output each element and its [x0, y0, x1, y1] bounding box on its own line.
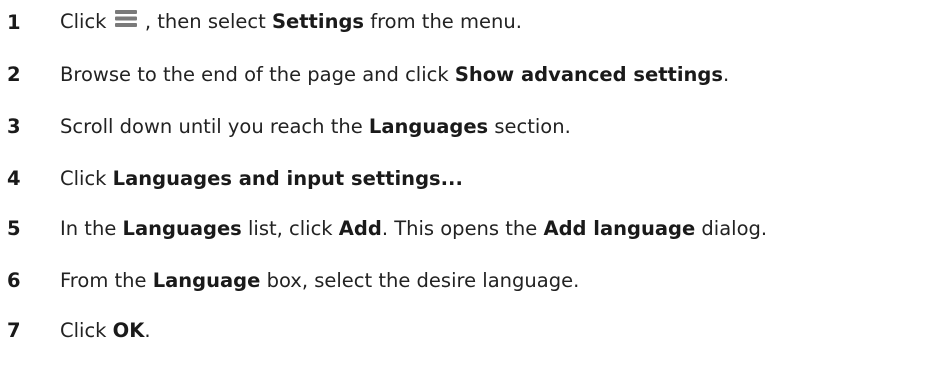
menu-icon [114, 9, 137, 32]
step-text-segment: Click [60, 10, 113, 33]
step-text-segment: . [144, 318, 151, 342]
step-text-segment: Scroll down until you reach the [60, 114, 369, 138]
step-number: 7 [7, 318, 21, 342]
step-text-segment: Click [60, 318, 113, 342]
step-number: 2 [7, 62, 21, 86]
step-text-segment: from the menu. [364, 10, 522, 33]
step-text-segment: From the [60, 268, 153, 292]
step-text-segment: Browse to the end of the page and click [60, 62, 455, 86]
step-number: 1 [7, 10, 21, 34]
step-emphasis: Language [152, 268, 261, 292]
step-text-segment: list, click [241, 216, 339, 240]
step-text: Click OK. [60, 319, 151, 342]
step-number: 3 [7, 114, 21, 138]
step-text-segment: dialog. [695, 216, 768, 240]
step-number: 4 [7, 166, 21, 190]
step-emphasis: Show advanced settings [454, 62, 723, 86]
step-emphasis: Languages [122, 216, 242, 240]
step-text-segment: , then select [138, 10, 272, 33]
step-number: 5 [7, 216, 21, 240]
step-emphasis: Languages [368, 114, 489, 138]
step-text: Click , then select Settings from the me… [60, 10, 522, 34]
step-text: Click Languages and input settings... [60, 167, 463, 190]
step-text-segment: . [723, 62, 730, 86]
step-text: From the Language box, select the desire… [60, 269, 579, 292]
step-text: Scroll down until you reach the Language… [60, 115, 571, 138]
step-text-segment: box, select the desire language. [260, 268, 580, 292]
step-number: 6 [7, 268, 21, 292]
step-text: In the Languages list, click Add. This o… [60, 217, 767, 240]
step-text-segment: Click [60, 166, 113, 190]
step-text-segment: section. [488, 114, 571, 138]
step-emphasis: Languages and input settings... [112, 166, 463, 190]
step-text-segment: In the [60, 216, 123, 240]
step-emphasis: Add [338, 216, 382, 240]
step-emphasis: Add language [543, 216, 696, 240]
step-emphasis: Settings [271, 10, 365, 33]
step-emphasis: OK [112, 318, 145, 342]
step-text: Browse to the end of the page and click … [60, 63, 729, 86]
step-text-segment: . This opens the [381, 216, 544, 240]
